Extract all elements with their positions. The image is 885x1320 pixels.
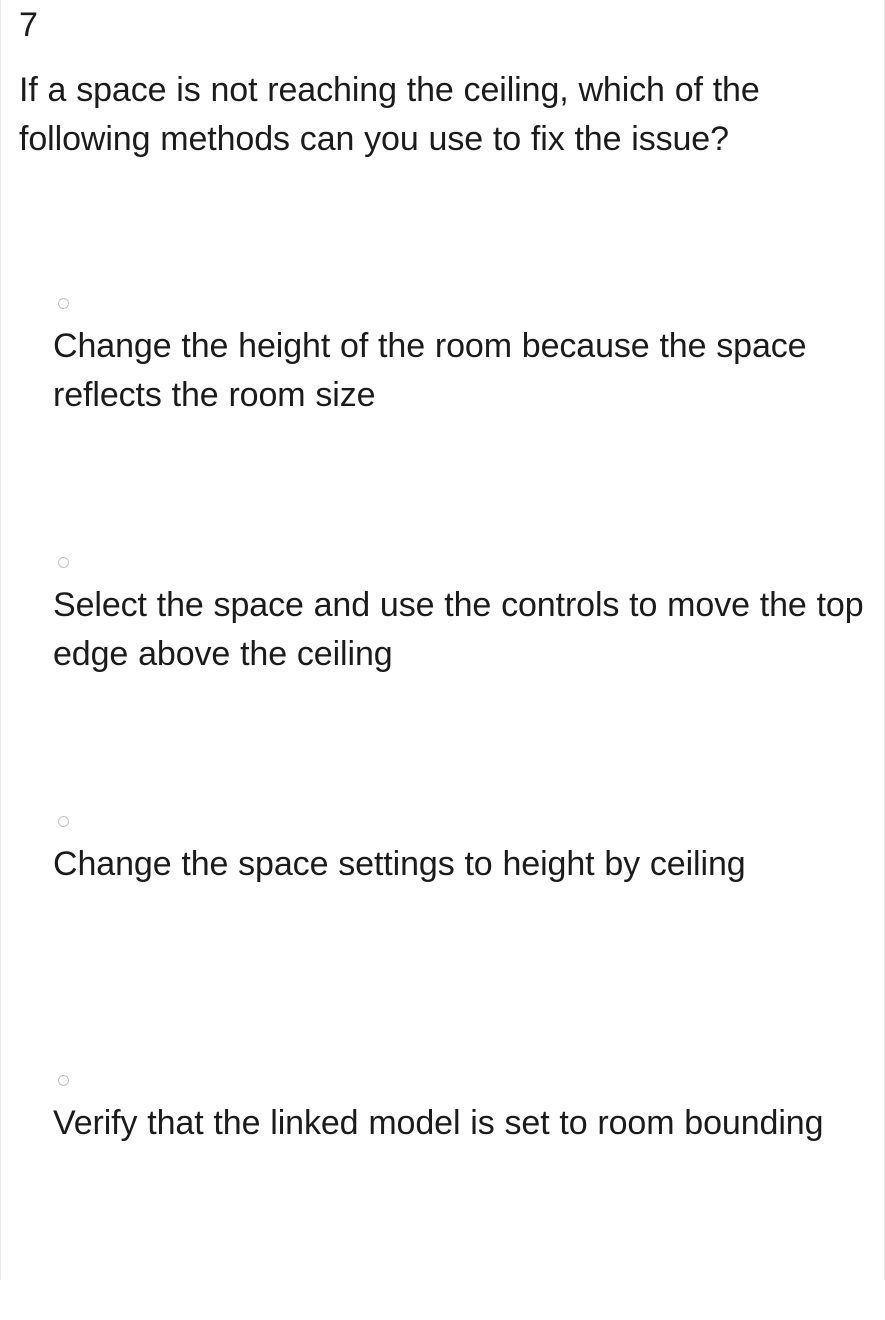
answer-option-b[interactable]: Select the space and use the controls to… [1, 543, 885, 802]
radio-unchecked-icon[interactable] [58, 298, 69, 309]
radio-unchecked-icon[interactable] [58, 1075, 69, 1086]
answer-option-b-label: Select the space and use the controls to… [53, 586, 864, 673]
radio-unchecked-icon[interactable] [58, 816, 69, 827]
question-text: If a space is not reaching the ceiling, … [19, 71, 760, 158]
question-card: 7 If a space is not reaching the ceiling… [0, 0, 885, 1280]
question-number: 7 [19, 6, 38, 44]
answer-option-a-label: Change the height of the room because th… [53, 327, 807, 414]
answer-options-list: Change the height of the room because th… [1, 284, 885, 1320]
answer-option-a[interactable]: Change the height of the room because th… [1, 284, 885, 543]
answer-option-d[interactable]: Verify that the linked model is set to r… [1, 1061, 885, 1320]
answer-option-d-label: Verify that the linked model is set to r… [53, 1104, 824, 1142]
answer-option-c[interactable]: Change the space settings to height by c… [1, 802, 885, 1061]
radio-unchecked-icon[interactable] [58, 557, 69, 568]
answer-option-c-label: Change the space settings to height by c… [53, 845, 746, 883]
